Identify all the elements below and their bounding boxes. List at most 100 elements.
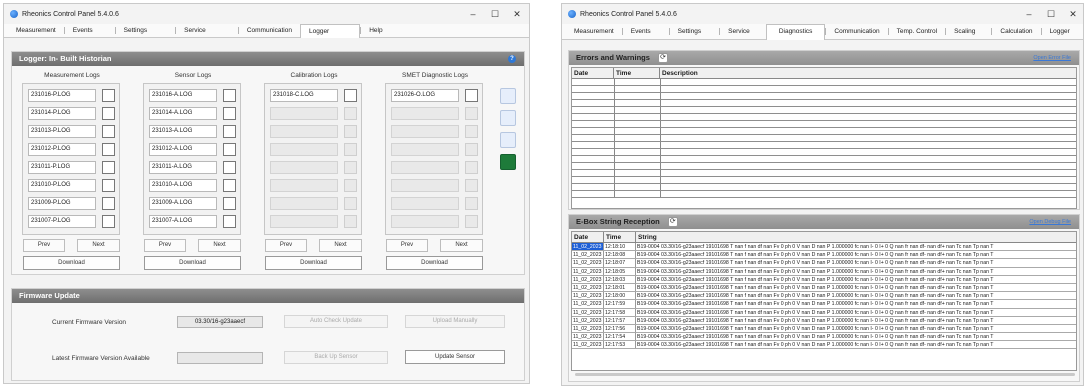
log-select-checkbox[interactable] xyxy=(344,89,357,102)
tab-service[interactable]: Service xyxy=(175,27,238,34)
log-select-checkbox[interactable] xyxy=(344,161,357,174)
auto-check-update-button[interactable]: Auto Check Update xyxy=(284,315,388,328)
log-filename: 231014-P.LOG xyxy=(28,107,96,120)
export-icon[interactable] xyxy=(500,110,516,126)
log-select-checkbox[interactable] xyxy=(344,179,357,192)
close-icon[interactable]: ✕ xyxy=(1062,4,1083,24)
back-up-sensor-button[interactable]: Back Up Sensor xyxy=(284,351,388,364)
tab-logger[interactable]: Logger xyxy=(1040,28,1078,35)
log-select-checkbox[interactable] xyxy=(344,143,357,156)
open-error-file-link[interactable]: Open Error File xyxy=(1033,55,1071,61)
close-icon[interactable]: ✕ xyxy=(506,4,528,24)
minimize-icon[interactable]: – xyxy=(462,4,484,24)
ebox-cell-date: 11_02_2023 xyxy=(572,267,604,275)
tab-diagnostics[interactable]: Diagnostics xyxy=(765,23,826,40)
log-select-checkbox[interactable] xyxy=(223,107,236,120)
tab-settings[interactable]: Settings xyxy=(114,27,176,34)
log-select-checkbox[interactable] xyxy=(344,197,357,210)
tab-temp-control[interactable]: Temp. Control xyxy=(887,28,945,35)
refresh-icon[interactable]: ⟳ xyxy=(658,53,668,64)
log-select-checkbox[interactable] xyxy=(465,125,478,138)
log-select-checkbox[interactable] xyxy=(344,107,357,120)
upload-manually-button[interactable]: Upload Manually xyxy=(405,315,505,328)
tab-communication[interactable]: Communication xyxy=(237,27,300,34)
tab-measurement[interactable]: Measurement xyxy=(8,27,64,34)
next-button[interactable]: Next xyxy=(198,239,241,252)
ebox-row[interactable]: 11_02_2023 12:17:53 B19-0004 03.30/16-g23a… xyxy=(572,341,1076,350)
log-select-checkbox[interactable] xyxy=(102,89,115,102)
log-select-checkbox[interactable] xyxy=(102,197,115,210)
log-select-checkbox[interactable] xyxy=(223,215,236,228)
log-select-checkbox[interactable] xyxy=(102,125,115,138)
next-button[interactable]: Next xyxy=(319,239,362,252)
log-select-checkbox[interactable] xyxy=(102,179,115,192)
maximize-icon[interactable]: ☐ xyxy=(484,4,506,24)
ebox-row[interactable]: 11_02_2023 12:17:57 B19-0004 03.30/16-g23a… xyxy=(572,316,1076,325)
log-select-checkbox[interactable] xyxy=(223,125,236,138)
tab-help[interactable]: Help xyxy=(360,27,412,34)
log-select-checkbox[interactable] xyxy=(223,143,236,156)
folder-icon[interactable] xyxy=(500,132,516,148)
log-filename: 231009-P.LOG xyxy=(28,197,96,210)
tab-events[interactable]: Events xyxy=(621,28,669,35)
ebox-row[interactable]: 11_02_2023 12:18:10 B19-0004 03.30/16-g23a… xyxy=(572,243,1076,252)
log-select-checkbox[interactable] xyxy=(465,107,478,120)
log-select-checkbox[interactable] xyxy=(465,197,478,210)
update-sensor-button[interactable]: Update Sensor xyxy=(405,350,505,364)
log-select-checkbox[interactable] xyxy=(465,215,478,228)
ebox-row[interactable]: 11_02_2023 12:18:03 B19-0004 03.30/16-g23a… xyxy=(572,275,1076,284)
ebox-row[interactable]: 11_02_2023 12:18:01 B19-0004 03.30/16-g23a… xyxy=(572,283,1076,293)
log-select-checkbox[interactable] xyxy=(344,215,357,228)
tab-settings[interactable]: Settings xyxy=(668,28,720,35)
prev-button[interactable]: Prev xyxy=(144,239,186,252)
error-row xyxy=(572,93,1076,100)
log-select-checkbox[interactable] xyxy=(102,215,115,228)
log-select-checkbox[interactable] xyxy=(223,161,236,174)
download-button[interactable]: Download xyxy=(265,256,362,270)
open-debug-file-link[interactable]: Open Debug File xyxy=(1029,219,1071,225)
refresh-icon[interactable]: ⟳ xyxy=(667,217,678,228)
log-select-checkbox[interactable] xyxy=(102,161,115,174)
tab-events[interactable]: Events xyxy=(63,27,115,34)
log-select-checkbox[interactable] xyxy=(465,161,478,174)
maximize-icon[interactable]: ☐ xyxy=(1040,4,1062,24)
next-button[interactable]: Next xyxy=(77,239,120,252)
help-icon[interactable]: ? xyxy=(508,55,516,63)
download-button[interactable]: Download xyxy=(23,256,120,270)
ebox-row[interactable]: 11_02_2023 12:18:08 B19-0004 03.30/16-g23a… xyxy=(572,251,1076,260)
excel-icon[interactable] xyxy=(500,154,516,170)
log-select-checkbox[interactable] xyxy=(102,107,115,120)
tab-logger[interactable]: Logger xyxy=(299,23,361,38)
ebox-row[interactable]: 11_02_2023 12:17:54 B19-0004 03.30/16-g23a… xyxy=(572,333,1076,342)
ebox-row[interactable]: 11_02_2023 12:18:05 B19-0004 03.30/16-g23a… xyxy=(572,267,1076,276)
tab-scaling[interactable]: Scaling xyxy=(945,28,991,35)
prev-button[interactable]: Prev xyxy=(23,239,65,252)
ebox-row[interactable]: 11_02_2023 12:17:59 B19-0004 03.30/16-g23a… xyxy=(572,300,1076,309)
prev-button[interactable]: Prev xyxy=(386,239,428,252)
ebox-cell-string: B19-0004 03.30/16-g23aaecf 19101698 T na… xyxy=(637,284,994,291)
minimize-icon[interactable]: – xyxy=(1018,4,1040,24)
refresh-icon[interactable] xyxy=(500,88,516,104)
download-button[interactable]: Download xyxy=(144,256,241,270)
log-select-checkbox[interactable] xyxy=(223,179,236,192)
ebox-row[interactable]: 11_02_2023 12:17:58 B19-0004 03.30/16-g23a… xyxy=(572,308,1076,317)
log-select-checkbox[interactable] xyxy=(465,179,478,192)
ebox-row[interactable]: 11_02_2023 12:18:00 B19-0004 03.30/16-g23a… xyxy=(572,292,1076,301)
prev-button[interactable]: Prev xyxy=(265,239,307,252)
tab-measurement[interactable]: Measurement xyxy=(566,28,622,35)
ebox-row[interactable]: 11_02_2023 12:18:07 B19-0004 03.30/16-g23a… xyxy=(572,259,1076,268)
ebox-row[interactable]: 11_02_2023 12:17:56 B19-0004 03.30/16-g23a… xyxy=(572,324,1076,334)
log-select-checkbox[interactable] xyxy=(465,89,478,102)
log-select-checkbox[interactable] xyxy=(465,143,478,156)
horizontal-scrollbar[interactable] xyxy=(575,373,1075,376)
next-button[interactable]: Next xyxy=(440,239,483,252)
log-select-checkbox[interactable] xyxy=(223,89,236,102)
download-button[interactable]: Download xyxy=(386,256,483,270)
log-select-checkbox[interactable] xyxy=(102,143,115,156)
tab-calculation[interactable]: Calculation xyxy=(991,28,1040,35)
log-select-checkbox[interactable] xyxy=(344,125,357,138)
tab-service[interactable]: Service xyxy=(719,28,766,35)
log-select-checkbox[interactable] xyxy=(223,197,236,210)
tab-communication[interactable]: Communication xyxy=(825,28,887,35)
errors-table: Date Time Description xyxy=(571,67,1077,209)
